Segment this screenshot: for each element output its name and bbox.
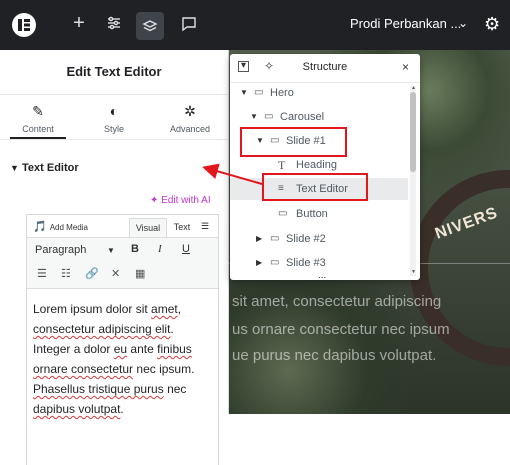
site-settings-icon[interactable] (102, 13, 126, 37)
item-label: Slide #2 (286, 233, 326, 245)
toolbar-toggle-icon[interactable]: ▦ (135, 267, 145, 280)
close-icon[interactable]: × (402, 60, 409, 74)
tab-label: Advanced (169, 124, 211, 134)
item-label: Hero (270, 87, 294, 99)
add-media-button[interactable]: 🎵 Add Media (33, 220, 88, 233)
add-element-icon[interactable]: + (67, 13, 91, 37)
bullet-list-icon[interactable]: ☰ (37, 267, 47, 280)
pencil-icon: ✎ (32, 103, 44, 119)
add-media-label: Add Media (49, 223, 88, 232)
misspelled-word: eu (113, 342, 128, 356)
tab-style[interactable]: ◐ Style (76, 102, 152, 134)
tab-advanced[interactable]: ✲ Advanced (152, 102, 228, 134)
structure-header: ▾ ✧ Structure × (230, 54, 420, 83)
divider (0, 139, 228, 140)
content-text: , (177, 302, 182, 316)
tab-content[interactable]: ✎ Content (0, 102, 76, 134)
misspelled-word: finibus (157, 342, 192, 356)
editor-panel: Edit Text Editor ✎ Content ◐ Style ✲ Adv… (0, 50, 229, 465)
annotation-box-text-editor (262, 173, 368, 201)
content-text: nec ipsum. (133, 362, 195, 376)
scrollbar-thumb[interactable] (410, 92, 416, 172)
more-indicator: ... (318, 270, 327, 280)
contrast-icon: ◐ (109, 103, 119, 119)
cog-icon: ✲ (184, 103, 196, 119)
editor-tabs-bar: 🎵 Add Media Visual Text ☰ (27, 215, 218, 238)
container-icon: ▭ (254, 87, 264, 98)
button-icon: ▭ (278, 208, 288, 219)
container-icon: ▭ (270, 257, 280, 268)
preview-text-line[interactable]: us ornare consectetur nec ipsum (232, 321, 450, 338)
formatting-toolbar: Paragraph ▼ B I U ☰ ☷ 🔗 ✕ ▦ (27, 237, 218, 289)
structure-item-slide-2[interactable]: ▶ ▭ Slide #2 (230, 228, 408, 250)
container-icon: ▭ (270, 233, 280, 244)
caret-right-icon[interactable]: ▶ (256, 252, 262, 274)
preview-text-line[interactable]: ue purus nec dapibus volutpat. (232, 347, 436, 364)
structure-panel: ▾ ✧ Structure × ▼ ▭ Hero ▼ ▭ Carousel ▼ … (230, 54, 420, 280)
caret-down-icon: ▼ (107, 246, 115, 255)
content-text: ante (127, 342, 158, 356)
annotation-box-slide-1 (240, 127, 347, 157)
text-editor-control: 🎵 Add Media Visual Text ☰ Paragraph ▼ B I … (26, 214, 219, 465)
content-text: nec (163, 382, 187, 396)
misspelled-word: amet (151, 302, 178, 316)
link-icon[interactable]: 🔗 (85, 267, 99, 280)
structure-layers-button[interactable] (136, 12, 164, 40)
chevron-down-icon[interactable]: ⌄ (458, 16, 468, 30)
carousel-icon: ▭ (264, 111, 274, 122)
misspelled-word: Phasellus tristique purus (33, 382, 164, 396)
item-label: Button (296, 208, 328, 220)
tab-label: Style (103, 124, 124, 134)
numbered-list-icon[interactable]: ☷ (61, 267, 71, 280)
visual-tab[interactable]: Visual (129, 218, 167, 238)
edit-with-ai-button[interactable]: ✦ Edit with AI (150, 195, 211, 206)
stack-icon[interactable]: ☰ (201, 221, 209, 232)
top-bar: + Prodi Perbankan ... ⌄ ⚙ (0, 0, 510, 50)
content-text: Lorem ipsum dolor sit (33, 302, 152, 316)
caret-down-icon[interactable]: ▼ (10, 163, 19, 173)
structure-item-carousel[interactable]: ▼ ▭ Carousel (230, 106, 408, 128)
misspelled-word: ornare consectetur (33, 362, 134, 376)
scroll-up-icon[interactable]: ▲ (411, 85, 416, 91)
panel-title: Edit Text Editor (66, 64, 162, 79)
format-select[interactable]: Paragraph ▼ (35, 244, 115, 258)
caret-down-icon[interactable]: ▼ (240, 82, 248, 104)
item-label: Carousel (280, 111, 325, 123)
text-tab[interactable]: Text (167, 218, 197, 237)
section-title[interactable]: Text Editor (22, 162, 79, 174)
scroll-down-icon[interactable]: ▼ (411, 269, 416, 275)
misspelled-word: consectetur adipiscing elit (33, 322, 171, 336)
media-icon: 🎵 (33, 221, 47, 233)
comments-icon[interactable] (180, 15, 198, 38)
editor-content[interactable]: Lorem ipsum dolor sit amet, consectetur … (33, 299, 211, 419)
format-value: Paragraph (35, 244, 87, 256)
caret-right-icon[interactable]: ▶ (256, 228, 262, 250)
italic-button[interactable]: I (158, 243, 162, 255)
preview-text-line[interactable]: sit amet, consectetur adipiscing (232, 293, 441, 310)
tab-label: Content (22, 124, 54, 134)
gear-icon[interactable]: ⚙ (484, 14, 500, 35)
underline-button[interactable]: U (182, 243, 190, 255)
divider (0, 94, 228, 95)
fullscreen-icon[interactable]: ✕ (111, 267, 120, 280)
structure-scrollbar[interactable] (410, 86, 416, 276)
structure-item-button[interactable]: ▭ Button (230, 203, 408, 225)
bold-button[interactable]: B (131, 243, 139, 255)
structure-title: Structure (302, 61, 348, 73)
elementor-logo-icon[interactable] (12, 13, 36, 37)
site-title[interactable]: Prodi Perbankan ... (350, 16, 461, 31)
structure-item-hero[interactable]: ▼ ▭ Hero (230, 82, 408, 104)
caret-down-icon[interactable]: ▼ (250, 106, 258, 128)
